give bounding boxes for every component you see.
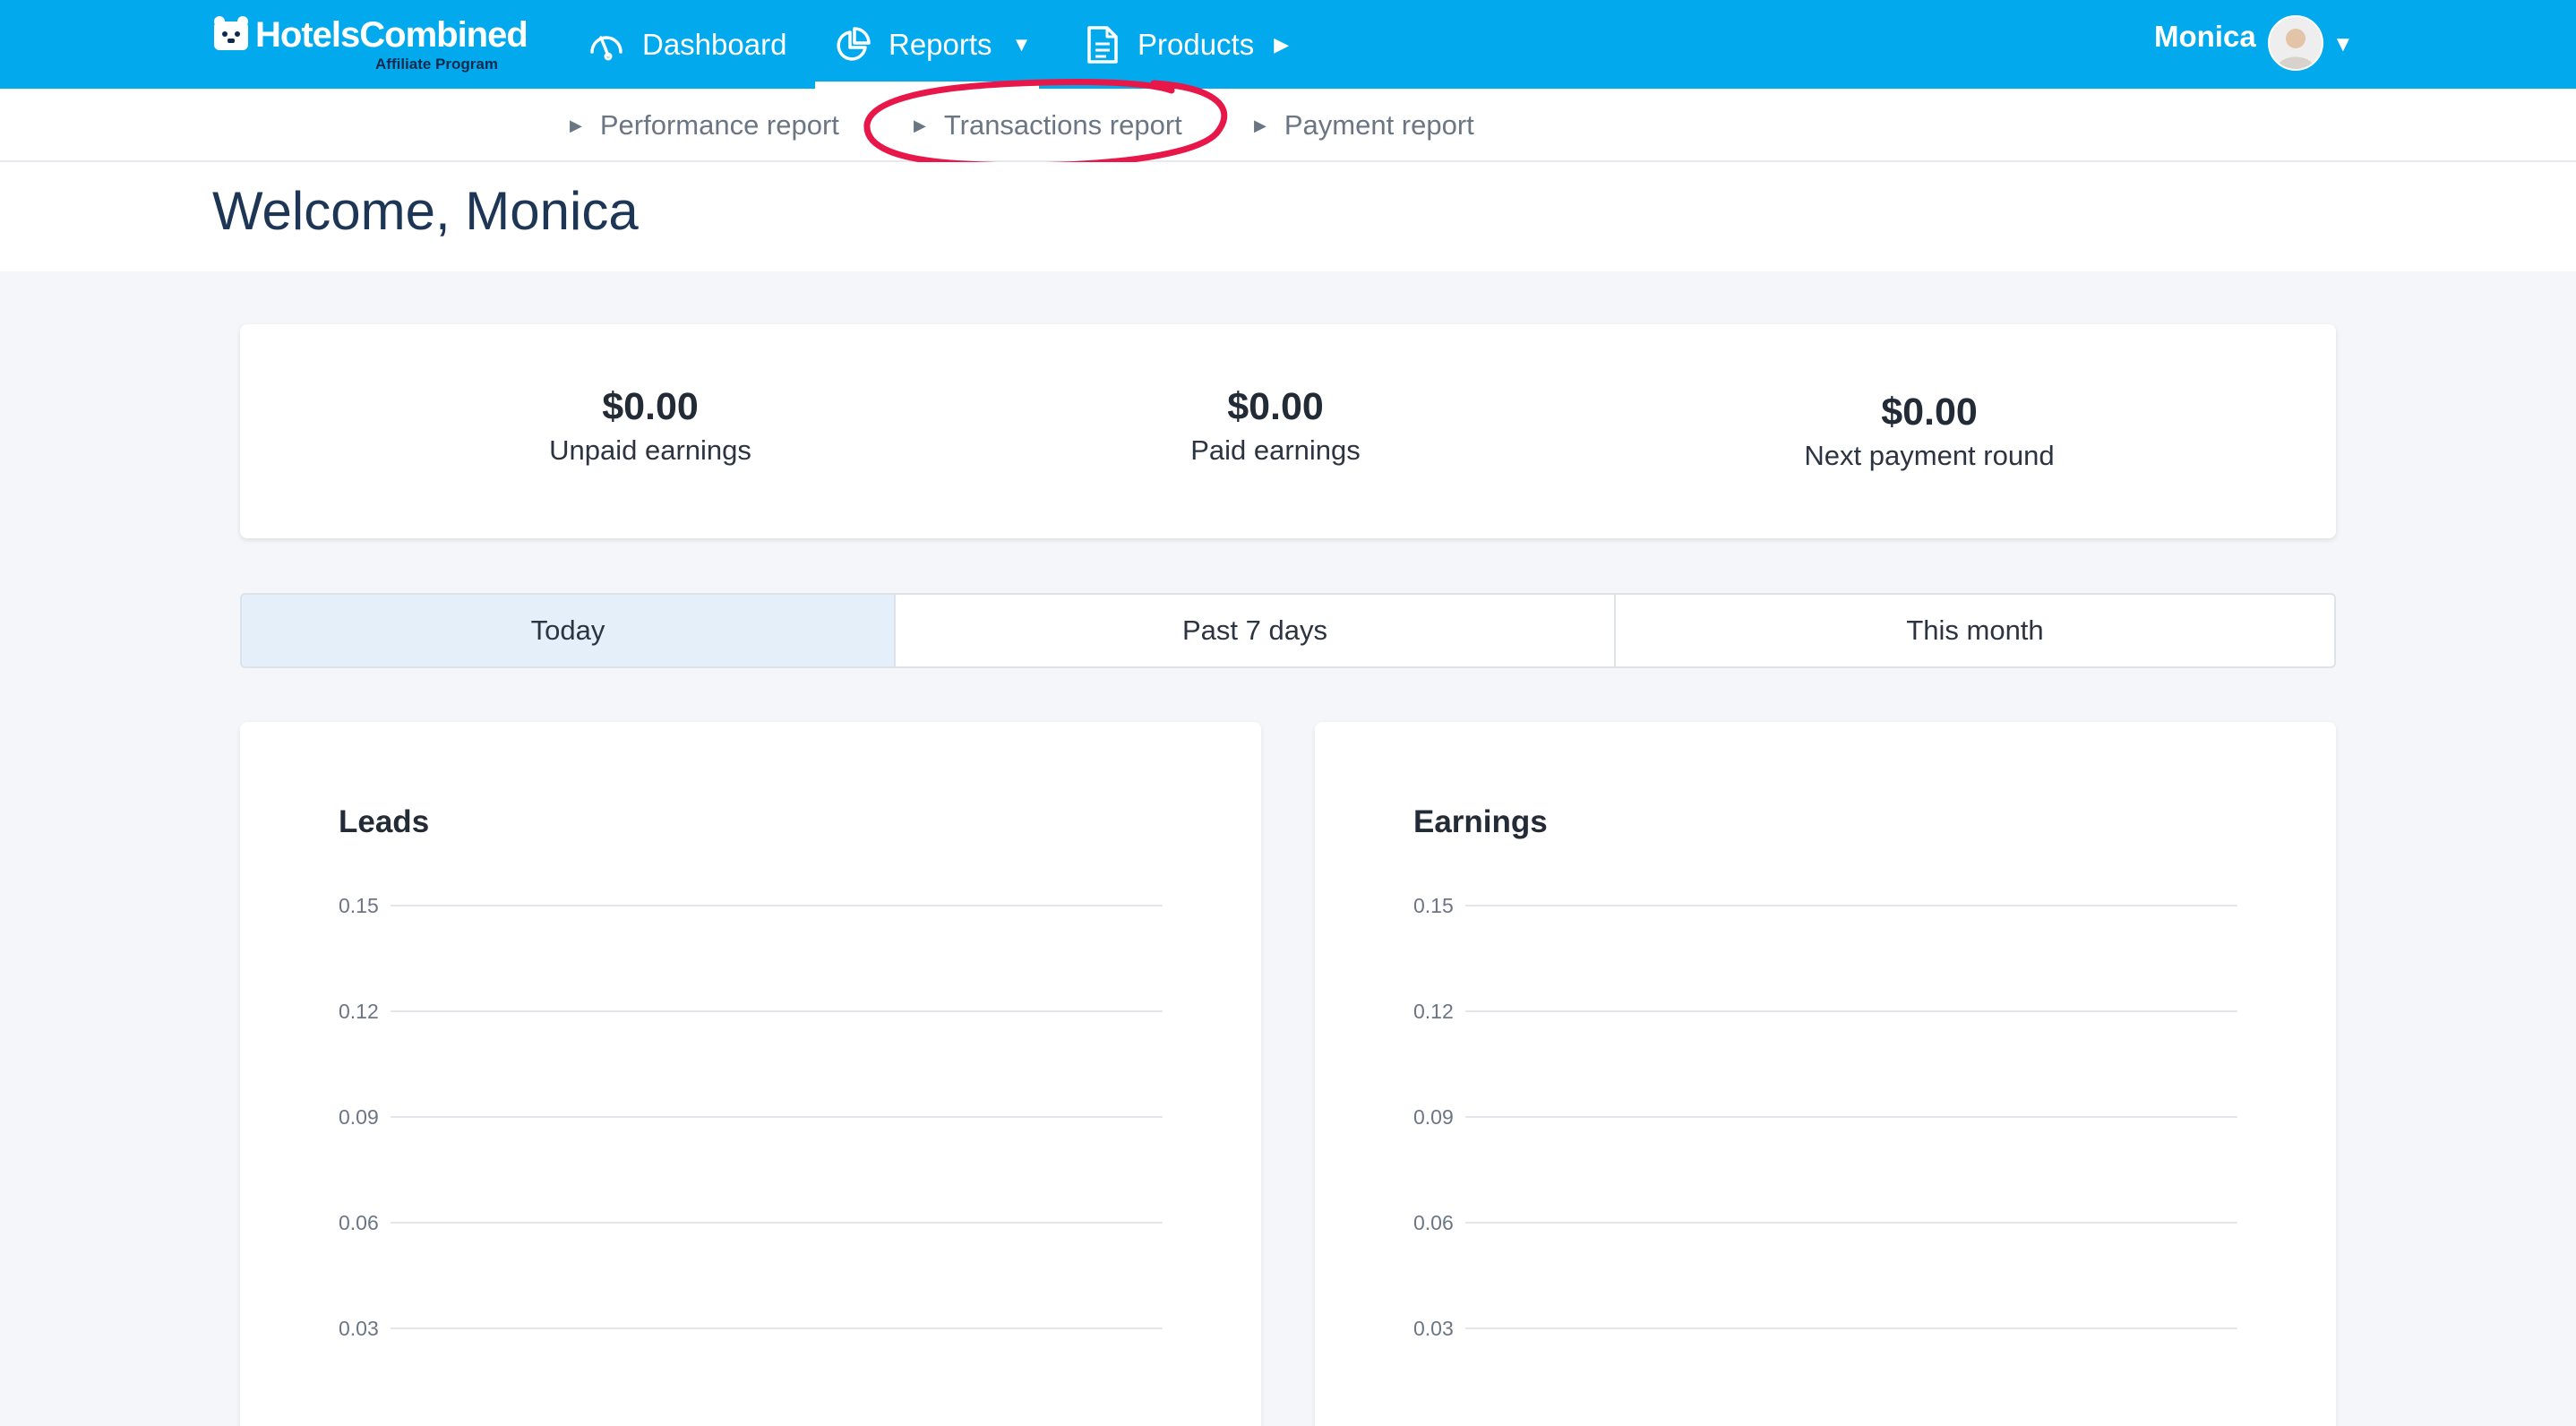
tab-today[interactable]: Today [242, 595, 896, 666]
paid-earnings-stat: $0.00 Paid earnings [1052, 385, 1499, 467]
y-tick-label: 0.06 [1413, 1211, 1454, 1234]
logo-wordmark: HotelsCombined [255, 13, 528, 57]
paid-earnings-label: Paid earnings [1190, 434, 1361, 466]
triangle-right-icon: ▶ [914, 116, 926, 134]
chevron-down-icon: ▼ [1011, 32, 1032, 56]
subnav-performance-report[interactable]: ▶ Performance report [570, 89, 839, 162]
nav-products-label: Products [1138, 27, 1255, 61]
subnav-transactions-label: Transactions report [943, 109, 1182, 141]
subnav-performance-label: Performance report [599, 109, 839, 141]
pie-chart-icon [837, 26, 871, 61]
earnings-summary-card: $0.00 Unpaid earnings $0.00 Paid earning… [240, 324, 2336, 538]
avatar[interactable] [2268, 15, 2323, 71]
unpaid-earnings-stat: $0.00 Unpaid earnings [426, 385, 874, 467]
reports-subnav: ▶ Performance report ▶ Transactions repo… [0, 89, 2576, 162]
logo-tagline: Affiliate Program [375, 56, 498, 73]
top-navigation-bar: HotelsCombined Affiliate Program Dashboa… [0, 0, 2576, 89]
next-payment-value: $0.00 [1881, 391, 1978, 434]
tab-past-7-days[interactable]: Past 7 days [896, 595, 1616, 666]
tab-this-month[interactable]: This month [1616, 595, 2334, 666]
y-tick-label: 0.12 [339, 1000, 379, 1023]
logo-word-hotels: Hotels [255, 15, 360, 55]
gauge-icon [590, 35, 623, 60]
next-payment-stat: $0.00 Next payment round [1705, 391, 2153, 472]
page-title: Welcome, Monica [212, 181, 639, 241]
y-tick-label: 0.09 [1413, 1105, 1454, 1129]
user-avatar-icon [2270, 17, 2322, 69]
y-tick-label: 0.12 [1413, 1000, 1454, 1023]
subnav-payment-report[interactable]: ▶ Payment report [1254, 89, 1474, 162]
user-menu-chevron-down-icon[interactable]: ▼ [2332, 32, 2354, 57]
nav-reports[interactable]: Reports ▼ [833, 0, 1031, 89]
unpaid-earnings-label: Unpaid earnings [549, 434, 751, 466]
nav-products[interactable]: Products ▶ [1082, 0, 1289, 89]
y-tick-label: 0.03 [339, 1317, 379, 1340]
period-tabs: Today Past 7 days This month [240, 593, 2336, 668]
leads-chart: 0.15 0.12 0.09 0.06 0.03 [339, 894, 1163, 1340]
active-nav-indicator [815, 82, 1039, 89]
subnav-payment-label: Payment report [1284, 109, 1474, 141]
y-tick-label: 0.15 [339, 894, 379, 917]
y-tick-label: 0.15 [1413, 894, 1454, 917]
paid-earnings-value: $0.00 [1227, 385, 1324, 428]
earnings-chart-card: Earnings 0.15 0.12 0.09 0.06 0.03 [1315, 722, 2336, 1426]
nav-reports-label: Reports [889, 27, 992, 61]
y-tick-label: 0.09 [339, 1105, 379, 1129]
subnav-transactions-report[interactable]: ▶ Transactions report [914, 89, 1182, 162]
document-icon [1087, 25, 1118, 64]
y-tick-label: 0.03 [1413, 1317, 1454, 1340]
triangle-right-icon: ▶ [1254, 116, 1267, 134]
nav-dashboard-label: Dashboard [642, 27, 787, 61]
earnings-chart: 0.15 0.12 0.09 0.06 0.03 [1413, 894, 2237, 1340]
unpaid-earnings-value: $0.00 [602, 385, 699, 428]
bear-logo-icon [214, 16, 248, 50]
nav-dashboard[interactable]: Dashboard [587, 0, 786, 89]
hotelscombined-logo[interactable]: HotelsCombined Affiliate Program [212, 13, 528, 75]
leads-chart-card: Leads 0.15 0.12 0.09 0.06 0.03 [240, 722, 1261, 1426]
logo-word-combined: Combined [359, 15, 528, 55]
triangle-right-icon: ▶ [570, 116, 582, 134]
y-tick-label: 0.06 [339, 1211, 379, 1234]
next-payment-label: Next payment round [1804, 440, 2055, 471]
welcome-band: Welcome, Monica [0, 162, 2576, 271]
chevron-right-icon: ▶ [1274, 32, 1290, 56]
user-name[interactable]: Monica [2154, 20, 2256, 54]
